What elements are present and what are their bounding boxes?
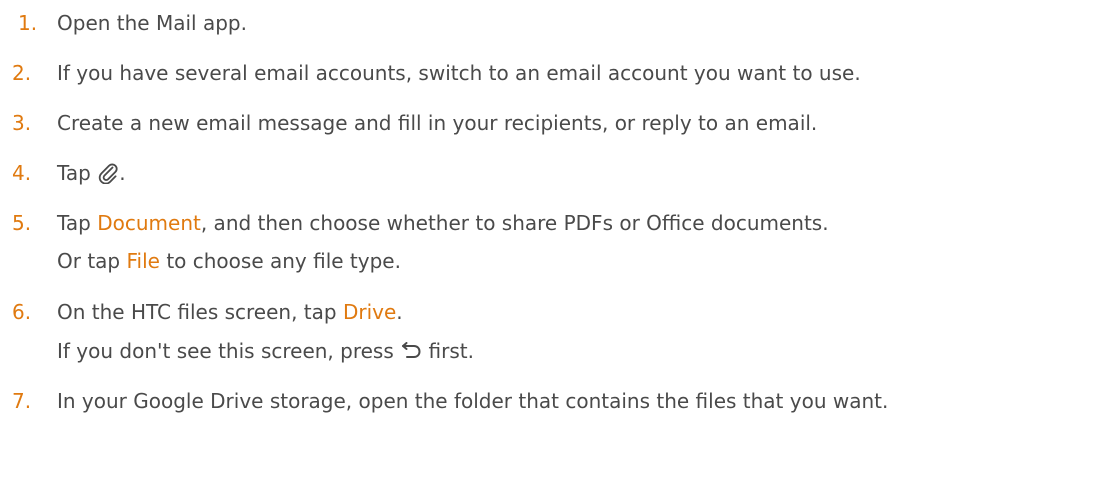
paperclip-icon [97, 162, 119, 184]
step-subtext: If you don't see this screen, press firs… [57, 339, 474, 363]
step-number: 7. [12, 389, 32, 413]
step-text-post: , and then choose whether to share PDFs … [200, 211, 829, 235]
step-subtext: Or tap File to choose any file type. [57, 249, 401, 273]
step-text-pre: Tap [57, 161, 91, 185]
document-option-label: Document [97, 211, 201, 235]
drive-option-label: Drive [342, 300, 397, 324]
step-text: Create a new email message and fill in y… [57, 111, 818, 135]
step-text-post: . [119, 161, 126, 185]
step-text: Open the Mail app. [57, 11, 247, 35]
step-text-pre: On the HTC files screen, tap [57, 300, 337, 324]
step-number: 3. [12, 111, 32, 135]
step-subtext-pre: If you don't see this screen, press [57, 339, 394, 363]
step-number: 1. [18, 11, 38, 35]
step-number: 6. [12, 300, 32, 324]
step-subtext-post: to choose any file type. [166, 249, 401, 273]
file-option-label: File [126, 249, 160, 273]
back-arrow-icon [400, 341, 422, 360]
step-subtext-post: first. [428, 339, 474, 363]
step-text-pre: Tap [57, 211, 91, 235]
step-text: If you have several email accounts, swit… [57, 61, 861, 85]
step-number: 4. [12, 161, 32, 185]
step-subtext-pre: Or tap [57, 249, 121, 273]
step-number: 5. [12, 211, 32, 235]
step-text-post: . [396, 300, 403, 324]
step-text: On the HTC files screen, tap Drive. [57, 300, 403, 324]
step-text: Tap . [57, 161, 126, 186]
step-number: 2. [12, 61, 32, 85]
step-text: In your Google Drive storage, open the f… [57, 389, 889, 413]
step-text: Tap Document, and then choose whether to… [57, 211, 829, 235]
